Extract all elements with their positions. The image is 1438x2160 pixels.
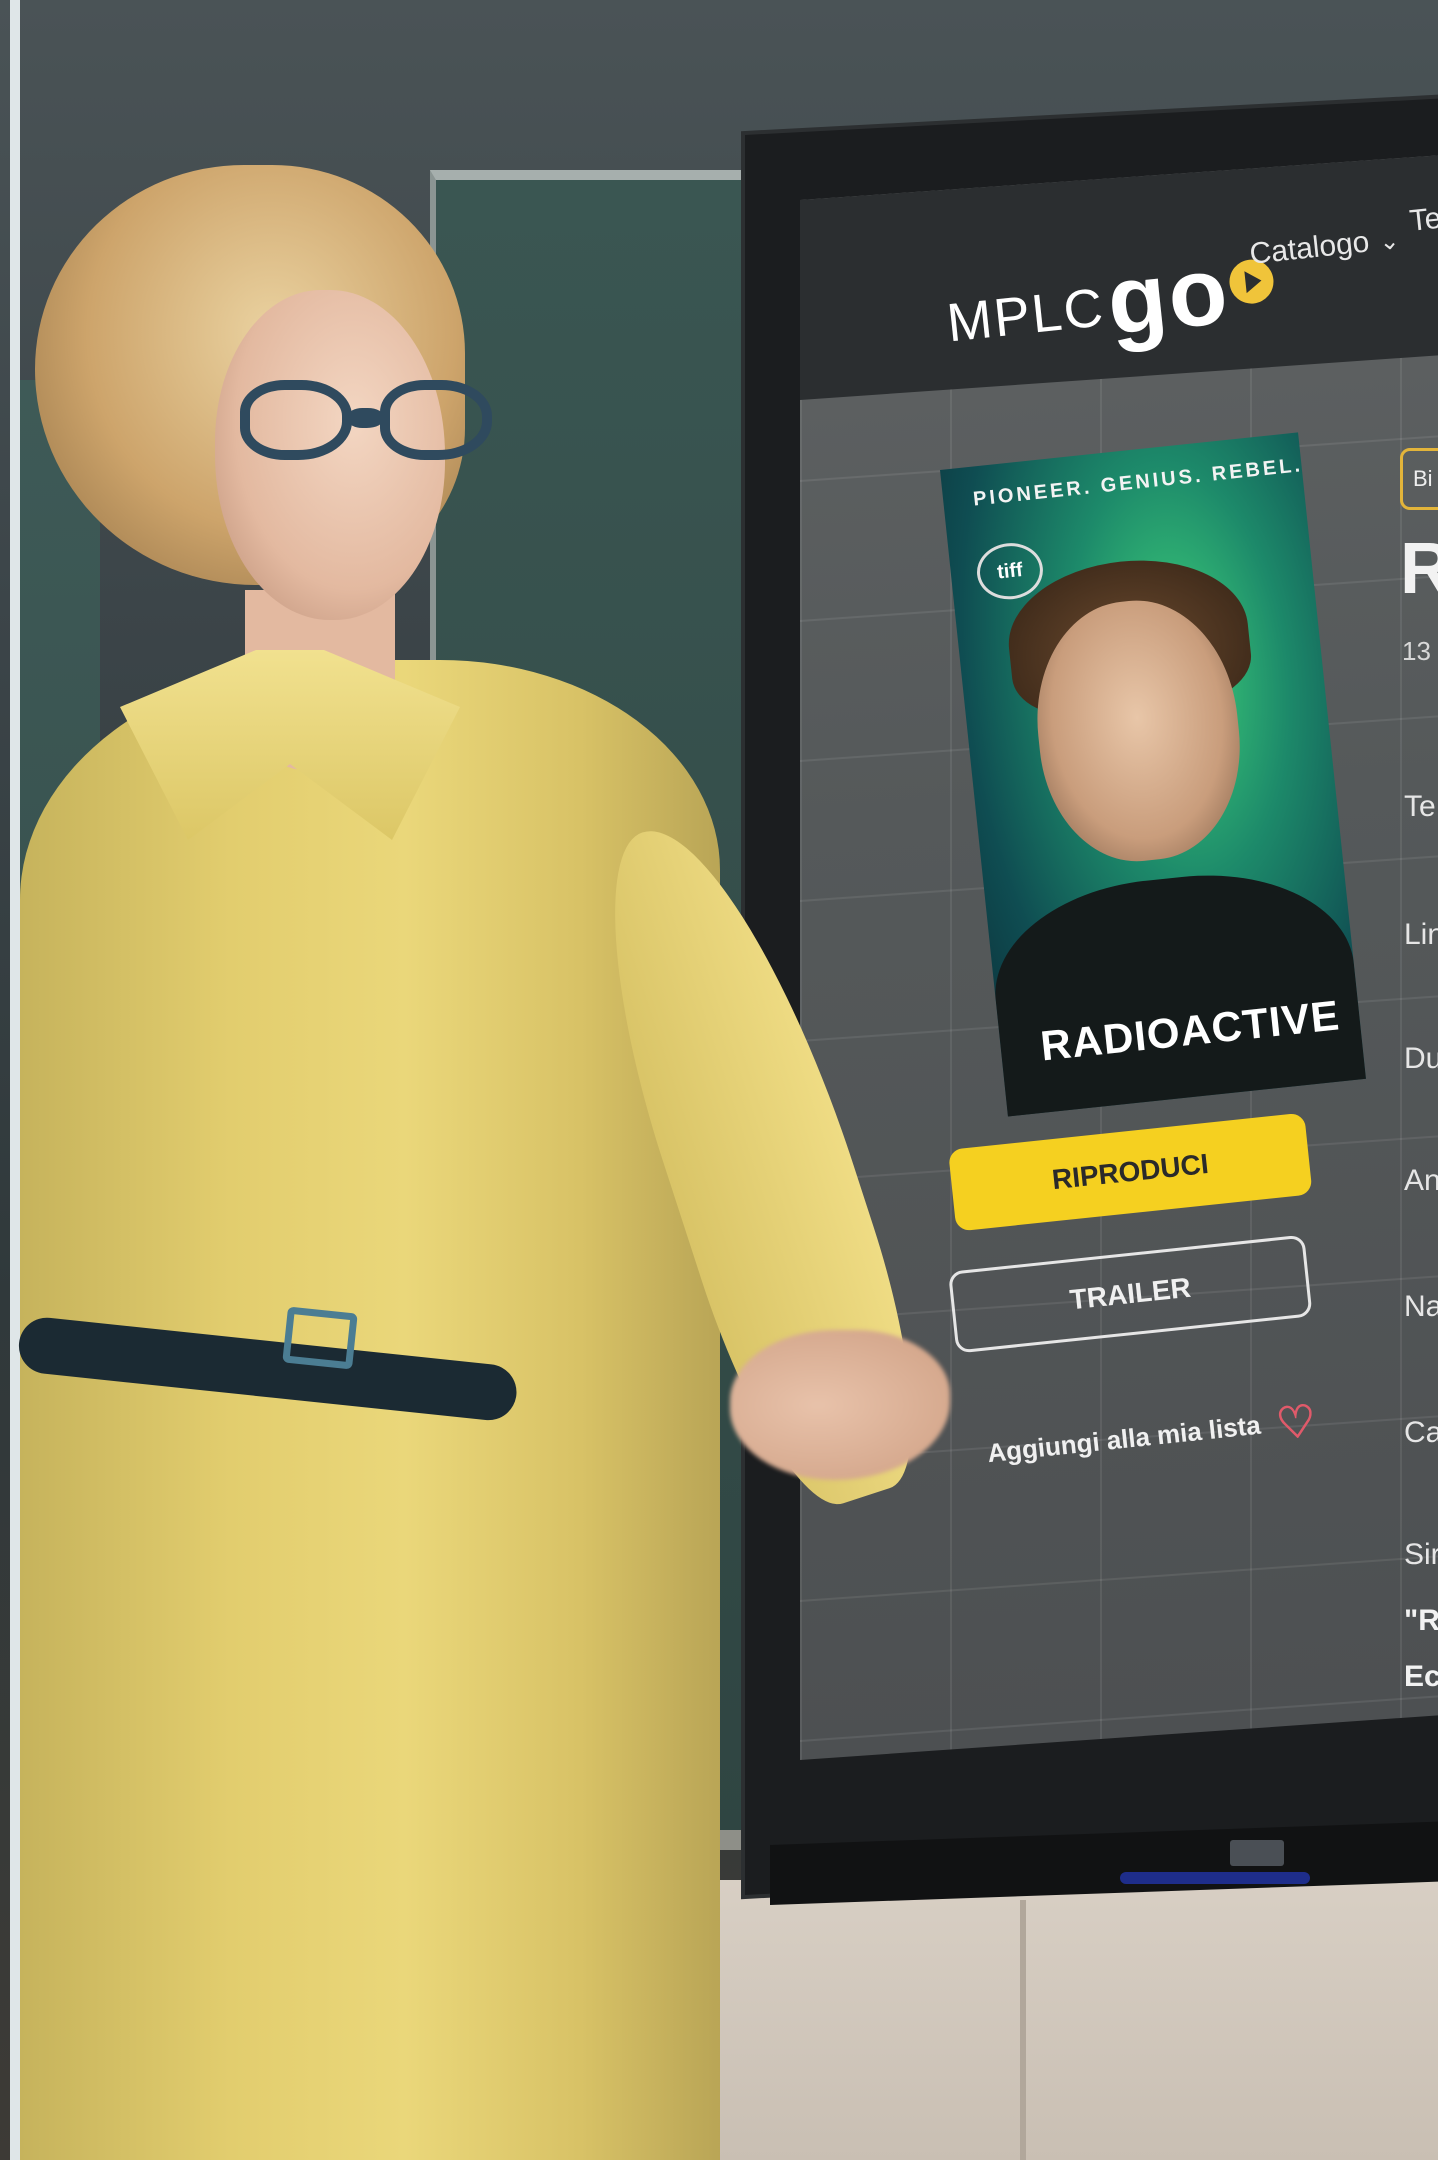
yellow-dress (20, 660, 720, 2160)
detail-row-label: Na (1404, 1290, 1438, 1323)
wall-seam (1020, 1900, 1026, 2160)
tv-speaker-bar (1120, 1872, 1310, 1884)
wall-frame (10, 0, 20, 2160)
heart-icon[interactable]: ♡ (1274, 1396, 1319, 1451)
genre-badge: Bi (1400, 448, 1438, 510)
movie-meta-cut: 13 (1402, 636, 1431, 666)
detail-row-label: Ca (1404, 1416, 1438, 1449)
poster-coat (984, 860, 1366, 1117)
glasses (240, 380, 500, 470)
synopsis-line: Ec (1404, 1660, 1438, 1693)
classroom-photo: MPLCgo Catalogo ⌄ Te PIONEER. GENIUS. REB… (0, 0, 1438, 2160)
tv-ports (1230, 1840, 1284, 1866)
movie-poster: PIONEER. GENIUS. REBEL. tiff RADIOACTIVE (940, 432, 1366, 1117)
detail-row-label: Te (1404, 790, 1436, 823)
chevron-down-icon: ⌄ (1377, 227, 1401, 257)
detail-row-label: Lin (1404, 918, 1438, 951)
movie-title-cut: R (1400, 529, 1438, 609)
logo-text: MPLC (944, 277, 1108, 354)
detail-row-label: An (1404, 1164, 1438, 1197)
detail-row-label: Sir (1404, 1538, 1438, 1571)
poster-tagline: PIONEER. GENIUS. REBEL. (972, 454, 1304, 511)
nav-next-item[interactable]: Te (1408, 202, 1438, 239)
synopsis-line: "Ra (1404, 1604, 1438, 1637)
belt-buckle (282, 1306, 358, 1370)
detail-row-label: Du (1404, 1042, 1438, 1075)
logo-go: go (1102, 236, 1235, 356)
poster-festival-badge: tiff (974, 539, 1046, 603)
